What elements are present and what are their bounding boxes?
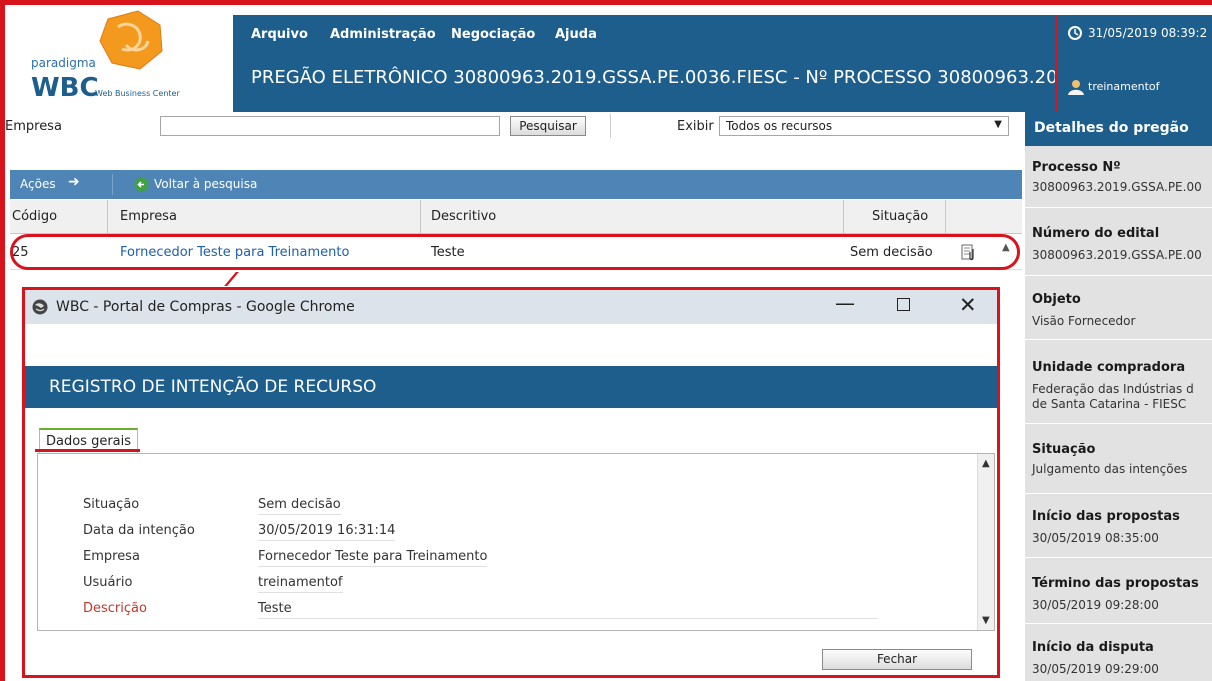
datetime: 31/05/2019 08:39:2	[1088, 26, 1208, 40]
chrome-globe-icon	[32, 299, 48, 315]
menu-ajuda[interactable]: Ajuda	[555, 27, 597, 42]
column-divider	[843, 200, 844, 234]
sidebar-item-inicio-disputa: Início da disputa 30/05/2019 09:29:00	[1025, 624, 1212, 681]
logo[interactable]: paradigma WBC Web Business Center	[5, 5, 233, 112]
dialog-heading: REGISTRO DE INTENÇÃO DE RECURSO	[49, 377, 377, 397]
field-label-situacao: Situação	[83, 497, 140, 512]
menu-arquivo[interactable]: Arquivo	[251, 27, 308, 42]
arrow-right-icon: ➜	[68, 174, 80, 190]
table-row[interactable]: 25 Fornecedor Teste para Treinamento Tes…	[10, 234, 1022, 270]
sidebar-value: Visão Fornecedor	[1032, 314, 1136, 328]
field-value-data: 30/05/2019 16:31:14	[258, 523, 396, 541]
sidebar-value: 30/05/2019 09:29:00	[1032, 662, 1159, 676]
window-title: WBC - Portal de Compras - Google Chrome	[56, 299, 355, 315]
sidebar-label: Objeto	[1032, 292, 1081, 307]
user-panel: 31/05/2019 08:39:2 treinamentof	[1055, 15, 1212, 112]
sidebar-label: Início das propostas	[1032, 509, 1180, 524]
intencao-recurso-dialog: WBC - Portal de Compras - Google Chrome …	[22, 287, 1000, 678]
empresa-label: Empresa	[5, 119, 62, 134]
voltar-link[interactable]: Voltar à pesquisa	[154, 177, 257, 191]
wbc-logo-icon: paradigma WBC Web Business Center	[31, 10, 180, 103]
scroll-up-icon[interactable]: ▲	[982, 458, 990, 469]
field-label-usuario: Usuário	[83, 575, 133, 590]
column-divider	[420, 200, 421, 234]
title-bar: PREGÃO ELETRÔNICO 30800963.2019.GSSA.PE.…	[233, 53, 1100, 112]
sidebar-item-situacao: Situação Julgamento das intenções	[1025, 424, 1212, 494]
divider	[112, 174, 113, 195]
left-red-border	[0, 5, 5, 681]
actions-bar: Ações ➜ Voltar à pesquisa	[10, 170, 1022, 199]
column-divider	[945, 200, 946, 234]
sidebar-item-edital: Número do edital 30800963.2019.GSSA.PE.0…	[1025, 208, 1212, 276]
sidebar-item-objeto: Objeto Visão Fornecedor	[1025, 276, 1212, 340]
exibir-select[interactable]: Todos os recursos ▼	[719, 116, 1009, 136]
chrome-title-bar[interactable]: WBC - Portal de Compras - Google Chrome …	[25, 290, 997, 324]
sidebar-value: de Santa Catarina - FIESC	[1032, 397, 1187, 411]
scroll-down-icon[interactable]: ▼	[982, 615, 990, 626]
details-sidebar: Detalhes do pregão Processo Nº 30800963.…	[1025, 112, 1212, 681]
sidebar-item-processo: Processo Nº 30800963.2019.GSSA.PE.00	[1025, 146, 1212, 208]
menu-administracao[interactable]: Administração	[330, 27, 436, 42]
col-situacao[interactable]: Situação	[872, 209, 928, 224]
field-value-usuario: treinamentof	[258, 575, 343, 593]
sidebar-value: 30/05/2019 08:35:00	[1032, 531, 1159, 545]
close-icon[interactable]: ✕	[959, 293, 977, 317]
col-descritivo[interactable]: Descritivo	[431, 209, 496, 224]
col-empresa[interactable]: Empresa	[120, 209, 177, 224]
username[interactable]: treinamentof	[1088, 80, 1160, 93]
sidebar-label: Término das propostas	[1032, 576, 1199, 591]
pesquisar-button[interactable]: Pesquisar	[510, 116, 586, 136]
clock-icon	[1068, 26, 1082, 40]
divider	[610, 114, 611, 138]
sidebar-item-termino-propostas: Término das propostas 30/05/2019 09:28:0…	[1025, 558, 1212, 624]
user-icon	[1068, 80, 1084, 95]
svg-text:WBC: WBC	[31, 73, 99, 103]
top-nav: Arquivo Administração Negociação Ajuda	[233, 15, 1055, 53]
tab-underline-annotation	[35, 449, 140, 452]
sidebar-value: Federação das Indústrias d	[1032, 382, 1194, 396]
search-row: Empresa Pesquisar Exibir Todos os recurs…	[5, 112, 1025, 142]
sidebar-label: Início da disputa	[1032, 640, 1154, 655]
table-header: Código Empresa Descritivo Situação	[10, 200, 1022, 234]
dados-gerais-panel: Situação Sem decisão Data da intenção 30…	[37, 453, 995, 631]
back-arrow-icon	[134, 177, 149, 192]
sidebar-label: Unidade compradora	[1032, 360, 1186, 375]
maximize-icon[interactable]	[897, 298, 910, 311]
field-value-descricao: Teste	[258, 601, 878, 619]
acoes-menu[interactable]: Ações	[20, 177, 56, 191]
field-label-data: Data da intenção	[83, 523, 195, 538]
sidebar-value: 30800963.2019.GSSA.PE.00	[1032, 248, 1202, 262]
sidebar-item-unidade: Unidade compradora Federação das Indústr…	[1025, 340, 1212, 424]
highlight-row-annotation	[10, 234, 1020, 270]
col-codigo[interactable]: Código	[12, 209, 57, 224]
minimize-icon[interactable]: —	[835, 291, 855, 315]
menu-negociacao[interactable]: Negociação	[451, 27, 535, 42]
field-value-empresa: Fornecedor Teste para Treinamento	[258, 549, 488, 567]
sidebar-label: Situação	[1032, 442, 1096, 457]
panel-scrollbar[interactable]: ▲ ▼	[977, 454, 994, 630]
exibir-label: Exibir	[677, 119, 714, 134]
dialog-heading-bar: REGISTRO DE INTENÇÃO DE RECURSO	[25, 366, 997, 408]
sidebar-title: Detalhes do pregão	[1025, 112, 1212, 146]
svg-text:Web Business Center: Web Business Center	[95, 89, 180, 98]
dropdown-arrow-icon: ▼	[994, 119, 1002, 130]
field-value-situacao: Sem decisão	[258, 497, 341, 515]
sidebar-label: Número do edital	[1032, 226, 1160, 241]
sidebar-value: 30800963.2019.GSSA.PE.00	[1032, 180, 1202, 194]
callout-line	[224, 272, 256, 286]
app-header: paradigma WBC Web Business Center Arquiv…	[0, 0, 1212, 112]
fechar-button[interactable]: Fechar	[822, 649, 972, 670]
column-divider	[107, 200, 108, 234]
svg-text:paradigma: paradigma	[31, 56, 96, 70]
field-label-descricao: Descrição	[83, 601, 147, 616]
empresa-input[interactable]	[160, 116, 500, 136]
page-title: PREGÃO ELETRÔNICO 30800963.2019.GSSA.PE.…	[251, 67, 1101, 88]
sidebar-value: Julgamento das intenções	[1032, 462, 1188, 476]
sidebar-item-inicio-propostas: Início das propostas 30/05/2019 08:35:00	[1025, 494, 1212, 558]
sidebar-label: Processo Nº	[1032, 160, 1121, 175]
field-label-empresa: Empresa	[83, 549, 140, 564]
exibir-value: Todos os recursos	[726, 119, 833, 133]
sidebar-value: 30/05/2019 09:28:00	[1032, 598, 1159, 612]
